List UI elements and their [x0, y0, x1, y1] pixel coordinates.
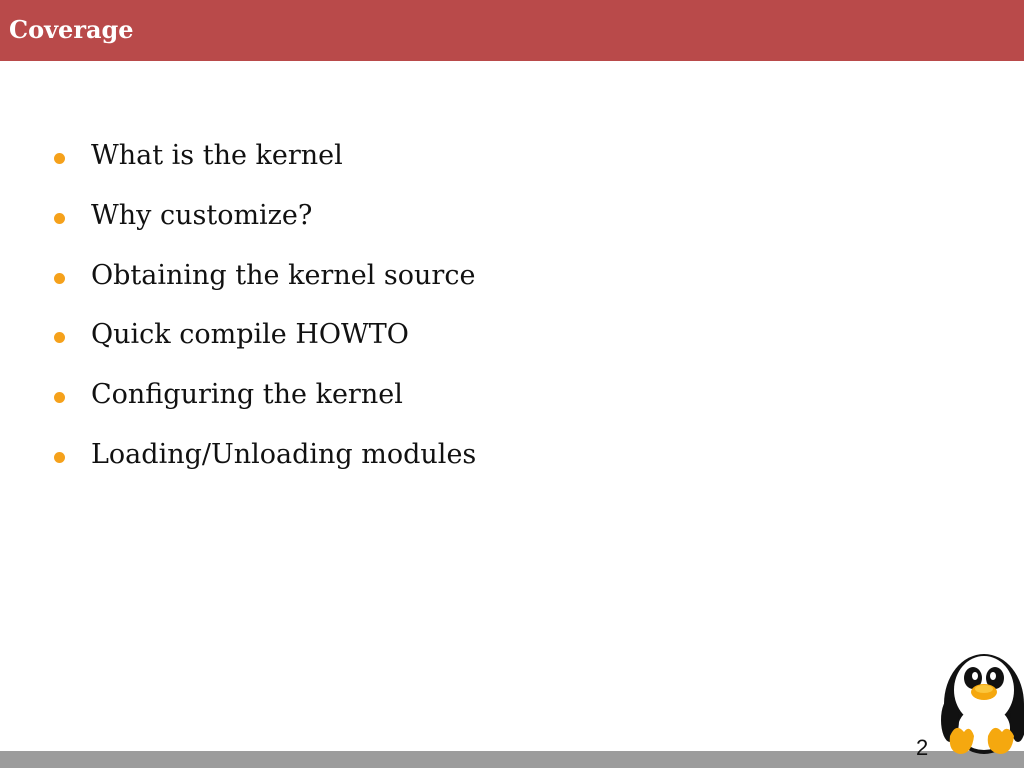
bullet-dot-icon — [54, 332, 65, 343]
footer-bar — [0, 751, 1024, 768]
bullet-item: Loading/Unloading modules — [0, 435, 700, 475]
bullet-text: Loading/Unloading modules — [91, 439, 477, 470]
slide-title: Coverage — [9, 15, 134, 44]
bullet-text: Obtaining the kernel source — [91, 260, 476, 291]
penguin-icon — [941, 654, 1024, 754]
bullet-item: Why customize? — [0, 196, 700, 236]
bullet-dot-icon — [54, 452, 65, 463]
bullet-text: Quick compile HOWTO — [91, 319, 409, 350]
page-number: 2 — [916, 735, 929, 760]
bullet-item: What is the kernel — [0, 136, 700, 176]
bullet-dot-icon — [54, 213, 65, 224]
bullet-text: Configuring the kernel — [91, 379, 403, 410]
title-bar: Coverage — [0, 0, 1024, 61]
bullet-item: Configuring the kernel — [0, 375, 700, 415]
bullet-item: Obtaining the kernel source — [0, 256, 700, 296]
bullet-dot-icon — [54, 392, 65, 403]
bullet-dot-icon — [54, 153, 65, 164]
bullet-dot-icon — [54, 273, 65, 284]
bullet-text: What is the kernel — [91, 140, 343, 171]
bullet-text: Why customize? — [91, 200, 313, 231]
bullet-item: Quick compile HOWTO — [0, 315, 700, 355]
